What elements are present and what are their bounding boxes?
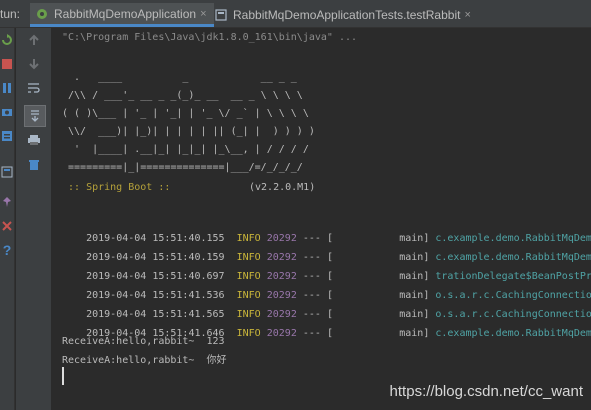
close-icon[interactable]: × <box>200 8 206 20</box>
java-command-line: "C:\Program Files\Java\jdk1.8.0_161\bin\… <box>62 32 358 43</box>
help-icon[interactable]: ? <box>0 242 14 258</box>
console-output[interactable]: "C:\Program Files\Java\jdk1.8.0_161\bin\… <box>52 28 591 410</box>
trash-icon[interactable] <box>25 156 43 172</box>
log-separator: --- <box>302 328 321 339</box>
log-pid: 20292 <box>266 328 297 339</box>
arrow-down-icon[interactable] <box>25 56 43 72</box>
close-run-icon[interactable] <box>0 218 14 234</box>
rerun-icon[interactable] <box>0 32 14 48</box>
pin-icon[interactable] <box>0 194 14 210</box>
banner-line: =========|_|==============|___/=/_/_/_/ <box>62 162 303 173</box>
log-thread: [ main] <box>326 328 430 339</box>
banner-line: . ____ _ __ _ _ <box>62 72 297 83</box>
test-run-icon <box>215 9 227 21</box>
banner-line: \\/ ___)| |_)| | | | | || (_| | ) ) ) ) <box>62 126 315 137</box>
banner-line: /\\ / ___'_ __ _ _(_)_ __ __ _ \ \ \ \ <box>62 90 303 101</box>
scroll-to-end-icon[interactable] <box>24 105 46 127</box>
text-cursor <box>62 367 64 385</box>
tab-rabbitmq-demo-application-tests[interactable]: RabbitMqDemoApplicationTests.testRabbit … <box>209 3 591 27</box>
spring-boot-version: (v2.2.0.M1) <box>249 182 316 193</box>
soft-wrap-icon[interactable] <box>25 80 43 96</box>
settings-icon[interactable] <box>0 128 14 144</box>
log-logger[interactable]: c.example.demo.RabbitMqDemoApp <box>435 328 591 339</box>
run-tab-bar: tun: RabbitMqDemoApplication × RabbitMqD… <box>0 0 591 28</box>
pause-icon[interactable] <box>0 80 14 96</box>
output-line: ReceiveA:hello,rabbit~ 123 <box>62 336 225 347</box>
spring-boot-label: :: Spring Boot :: <box>62 182 171 193</box>
tab-label: RabbitMqDemoApplication <box>54 6 197 21</box>
run-label: tun: <box>0 7 21 21</box>
print-icon[interactable] <box>25 132 43 148</box>
watermark: https://blog.csdn.net/cc_want <box>389 383 583 400</box>
camera-icon[interactable] <box>0 104 14 120</box>
layout-icon[interactable] <box>0 164 14 180</box>
banner-line: ( ( )\___ | '_ | '_| | '_ \/ _` | \ \ \ … <box>62 108 309 119</box>
tab-label: RabbitMqDemoApplicationTests.testRabbit <box>233 8 461 22</box>
close-icon[interactable]: × <box>464 9 470 21</box>
arrow-up-icon[interactable] <box>25 32 43 48</box>
tab-rabbitmq-demo-application[interactable]: RabbitMqDemoApplication × <box>30 3 214 27</box>
spring-run-icon <box>36 8 48 20</box>
log-level: INFO <box>236 328 261 339</box>
stop-icon[interactable] <box>0 56 14 72</box>
output-line: ReceiveA:hello,rabbit~ 你好 <box>62 355 227 366</box>
banner-line: ' |____| .__|_| |_|_| |_\__, | / / / / <box>62 144 309 155</box>
console-toolbar <box>16 28 52 410</box>
run-toolbar-primary: ? <box>0 28 15 410</box>
